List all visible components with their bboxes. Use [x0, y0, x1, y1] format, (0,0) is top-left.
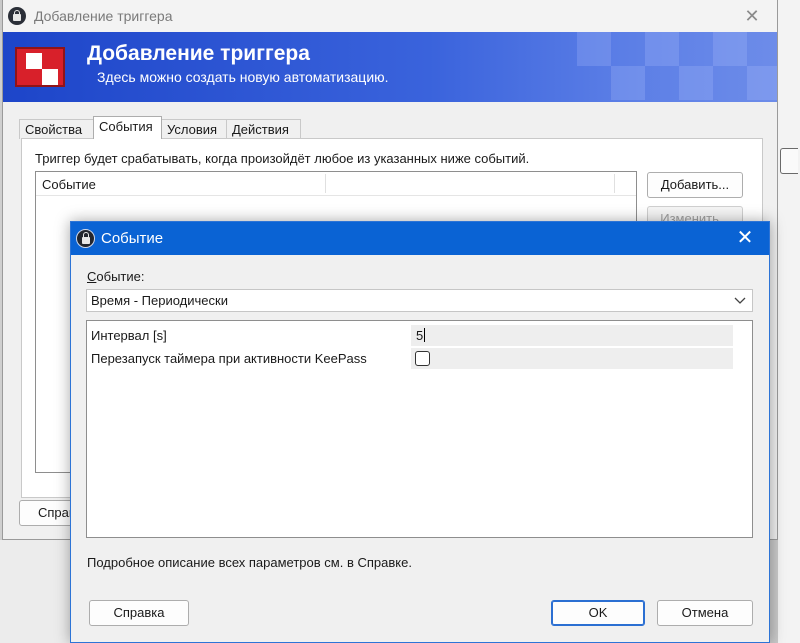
close-icon: ✕	[744, 6, 760, 26]
dialog-close-button[interactable]: ✕	[725, 222, 765, 255]
access-key: С	[87, 269, 97, 284]
restart-timer-checkbox[interactable]	[415, 351, 430, 366]
ok-button[interactable]: OK	[551, 600, 645, 626]
add-event-button[interactable]: Добавить...	[647, 172, 743, 198]
banner-subtitle: Здесь можно создать новую автоматизацию.	[97, 69, 389, 85]
keepass-lock-icon	[76, 229, 95, 248]
background-area	[0, 540, 72, 643]
window-titlebar: Добавление триггера ✕	[3, 0, 777, 32]
event-type-dropdown[interactable]: Время - Периодически	[86, 289, 753, 312]
background-window-right	[778, 0, 800, 643]
restart-timer-label: Перезапуск таймера при активности KeePas…	[91, 351, 367, 366]
restart-timer-cell	[411, 348, 733, 369]
column-divider[interactable]	[614, 174, 615, 193]
help-hint-text: Подробное описание всех параметров см. в…	[87, 555, 412, 570]
event-type-selected: Время - Периодически	[91, 293, 228, 308]
event-type-label-text: обытие:	[96, 269, 145, 284]
window-close-button[interactable]: ✕	[729, 0, 775, 32]
list-header: Событие	[36, 172, 636, 196]
close-icon: ✕	[736, 227, 754, 249]
cancel-button[interactable]: Отмена	[657, 600, 753, 626]
chevron-down-icon	[734, 297, 746, 304]
column-divider[interactable]	[325, 174, 326, 193]
dialog-titlebar: Событие ✕	[71, 222, 769, 255]
header-banner: Добавление триггера Здесь можно создать …	[3, 32, 777, 102]
events-description: Триггер будет срабатывать, когда произой…	[35, 151, 530, 166]
tab-properties[interactable]: Свойства	[19, 119, 94, 139]
tab-events[interactable]: События	[93, 116, 162, 139]
interval-label: Интервал [s]	[91, 328, 167, 343]
dialog-help-button[interactable]: Справка	[89, 600, 189, 626]
parameter-row-interval: Интервал [s] 5	[91, 325, 741, 346]
background-button-fragment	[780, 148, 798, 174]
tab-actions[interactable]: Действия	[226, 119, 301, 139]
dialog-title: Событие	[101, 230, 164, 247]
keepass-lock-icon	[8, 7, 26, 25]
event-type-label: Событие:	[87, 269, 144, 284]
parameter-row-restart-timer: Перезапуск таймера при активности KeePas…	[91, 348, 741, 369]
window-title: Добавление триггера	[34, 8, 173, 24]
text-caret	[424, 328, 426, 342]
banner-pattern	[577, 32, 777, 102]
tab-conditions[interactable]: Условия	[161, 119, 227, 139]
column-header-event[interactable]: Событие	[42, 177, 96, 192]
banner-title: Добавление триггера	[87, 42, 310, 65]
interval-input[interactable]: 5	[411, 325, 733, 346]
event-parameters-grid: Интервал [s] 5 Перезапуск таймера при ак…	[86, 320, 753, 538]
interval-value: 5	[416, 328, 426, 343]
event-dialog: Событие ✕ Событие: Время - Периодически …	[70, 221, 770, 643]
trigger-logo-icon	[15, 47, 65, 87]
